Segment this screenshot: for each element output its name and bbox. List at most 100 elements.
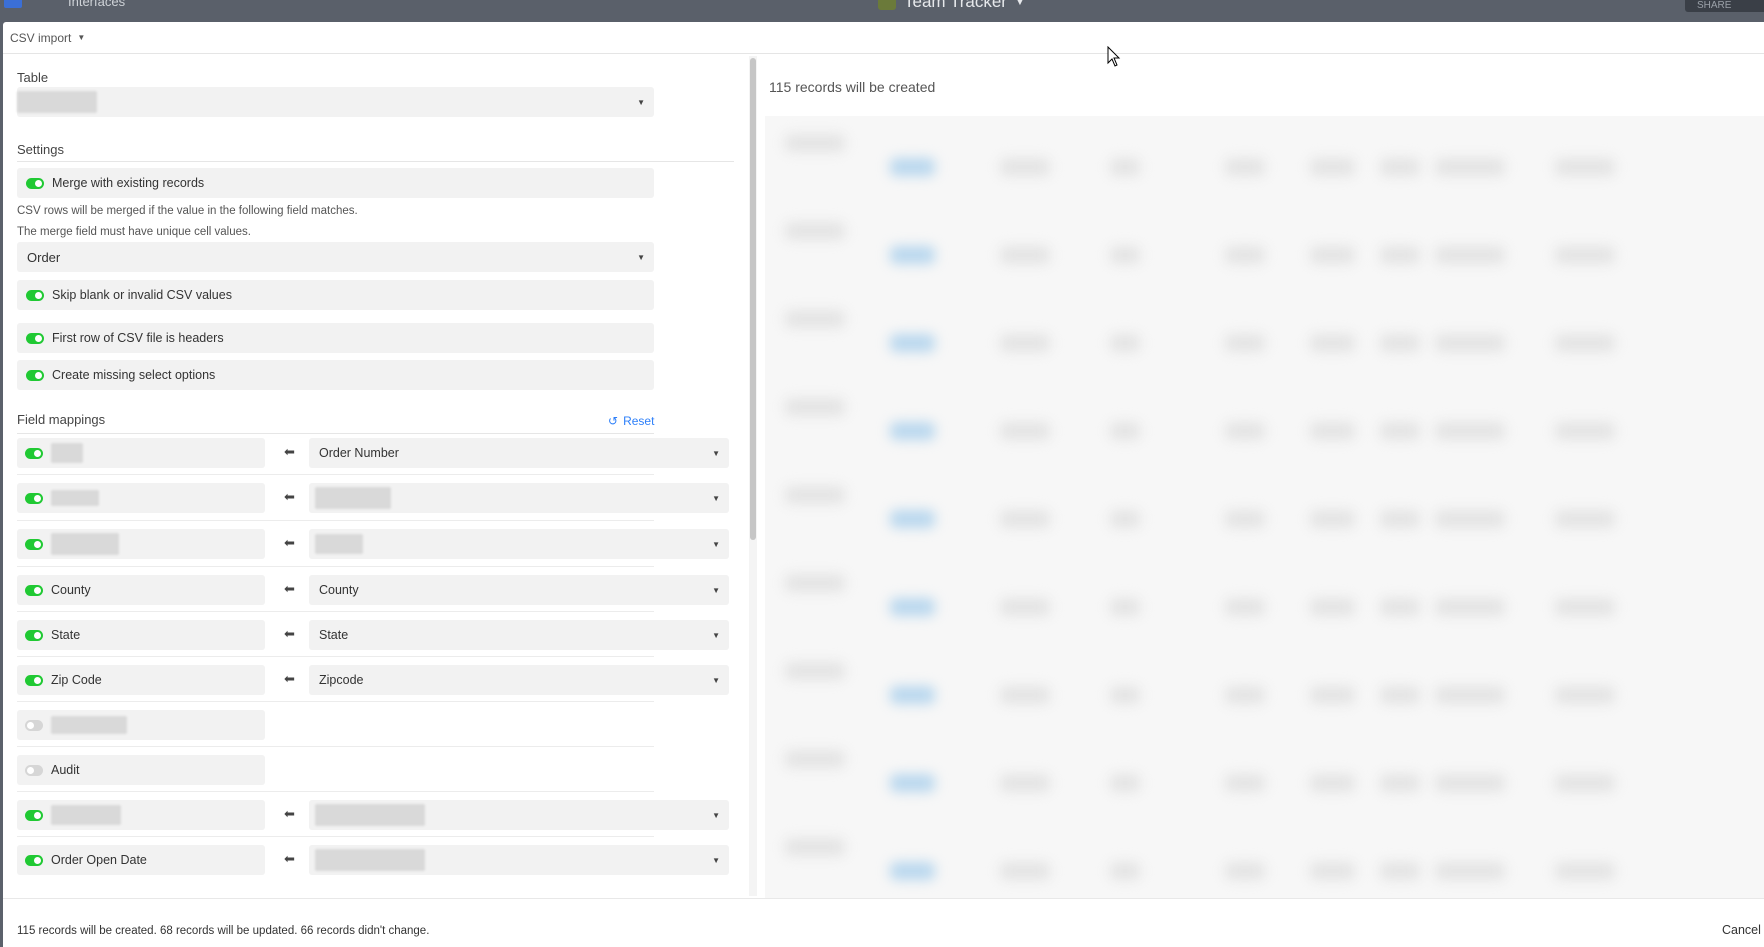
merge-help-line-2: The merge field must have unique cell va… (17, 226, 251, 238)
target-field-value (315, 849, 425, 871)
reset-button[interactable]: ↺ Reset (608, 414, 654, 428)
preview-cell (1380, 334, 1420, 352)
preview-cell (890, 510, 935, 528)
skip-blank-toggle[interactable] (26, 289, 44, 301)
preview-cell (1555, 334, 1615, 352)
base-title[interactable]: Team Tracker ▼ (878, 0, 1025, 12)
target-field-select[interactable]: ▼ (309, 845, 729, 875)
chevron-down-icon: ▼ (637, 98, 645, 107)
merge-records-label: Merge with existing records (52, 176, 205, 190)
create-options-toggle[interactable] (26, 369, 44, 381)
mapping-row: ⬅ ▼ (17, 800, 734, 830)
mapping-row: ⬅ Order Number ▼ (17, 438, 734, 468)
preview-cell (1000, 774, 1050, 792)
mapping-toggle[interactable] (25, 492, 43, 504)
preview-cell (1380, 510, 1420, 528)
skip-blank-toggle-row[interactable]: Skip blank or invalid CSV values (17, 280, 654, 310)
mapping-row: Zip Code ⬅ Zipcode ▼ (17, 665, 734, 695)
source-field (17, 529, 265, 559)
chevron-down-icon[interactable]: ▼ (77, 33, 85, 42)
preview-cell (1110, 686, 1140, 704)
target-field-select[interactable]: ▼ (309, 800, 729, 830)
preview-cell (1225, 862, 1265, 880)
mapping-toggle[interactable] (25, 629, 43, 641)
arrow-left-icon: ⬅ (284, 535, 295, 550)
preview-cell (1435, 862, 1505, 880)
mapping-toggle[interactable] (25, 447, 43, 459)
target-field-select[interactable]: ▼ (309, 483, 729, 513)
skip-blank-label: Skip blank or invalid CSV values (52, 288, 232, 302)
target-field-select[interactable]: Order Number ▼ (309, 438, 729, 468)
source-field: Order Open Date (17, 845, 265, 875)
preview-cell (1225, 686, 1265, 704)
first-row-headers-toggle[interactable] (26, 332, 44, 344)
chevron-down-icon: ▼ (712, 676, 720, 685)
source-field-name: State (51, 628, 81, 642)
mapping-toggle[interactable] (25, 809, 43, 821)
mapping-row: State ⬅ State ▼ (17, 620, 734, 650)
preview-cell (1310, 598, 1355, 616)
divider (17, 701, 654, 702)
source-field: Zip Code (17, 665, 265, 695)
arrow-left-icon: ⬅ (284, 851, 295, 866)
mapping-toggle[interactable] (25, 764, 43, 776)
modal-title[interactable]: CSV import (10, 31, 71, 45)
preview-cell (890, 686, 935, 704)
divider (17, 520, 654, 521)
preview-cell (1110, 246, 1140, 264)
preview-cell (785, 398, 845, 416)
preview-cell (785, 222, 845, 240)
chevron-down-icon: ▼ (712, 856, 720, 865)
divider (17, 656, 654, 657)
preview-cell (1110, 334, 1140, 352)
divider (17, 566, 654, 567)
create-options-toggle-row[interactable]: Create missing select options (17, 360, 654, 390)
source-field: State (17, 620, 265, 650)
preview-cell (1435, 686, 1505, 704)
target-field-select[interactable]: County ▼ (309, 575, 729, 605)
target-field-select[interactable]: Zipcode ▼ (309, 665, 729, 695)
divider (17, 611, 654, 612)
merge-records-toggle-row[interactable]: Merge with existing records (17, 168, 654, 198)
preview-cell (890, 862, 935, 880)
preview-cell (1225, 774, 1265, 792)
preview-cell (785, 662, 845, 680)
preview-cell (890, 334, 935, 352)
arrow-left-icon: ⬅ (284, 626, 295, 641)
preview-row (765, 828, 1764, 902)
interfaces-tab[interactable]: Interfaces (68, 0, 125, 9)
preview-cell (1380, 686, 1420, 704)
modal-header[interactable]: CSV import ▼ (3, 22, 1764, 54)
preview-row (765, 652, 1764, 740)
modal-footer: 115 records will be created. 68 records … (3, 898, 1764, 947)
divider (17, 474, 654, 475)
chevron-down-icon: ▼ (712, 811, 720, 820)
mapping-toggle[interactable] (25, 854, 43, 866)
divider (17, 746, 654, 747)
source-field-name (51, 533, 119, 555)
first-row-headers-toggle-row[interactable]: First row of CSV file is headers (17, 323, 654, 353)
mapping-toggle[interactable] (25, 584, 43, 596)
preview-cell (1225, 334, 1265, 352)
preview-cell (1380, 158, 1420, 176)
arrow-left-icon: ⬅ (284, 671, 295, 686)
merge-field-select[interactable]: Order ▼ (17, 242, 654, 272)
preview-cell (1380, 774, 1420, 792)
source-field (17, 710, 265, 740)
target-field-select[interactable]: State ▼ (309, 620, 729, 650)
divider (17, 791, 654, 792)
preview-row (765, 124, 1764, 212)
cancel-button[interactable]: Cancel (1722, 923, 1761, 937)
table-select[interactable]: ▼ (17, 87, 654, 117)
mapping-toggle[interactable] (25, 538, 43, 550)
mapping-toggle[interactable] (25, 719, 43, 731)
preview-row (765, 388, 1764, 476)
share-button[interactable]: SHARE (1685, 0, 1764, 12)
arrow-left-icon: ⬅ (284, 581, 295, 596)
target-field-select[interactable]: ▼ (309, 529, 729, 559)
source-field-name: Order Open Date (51, 853, 147, 867)
preview-row (765, 212, 1764, 300)
app-logo-icon[interactable] (4, 0, 22, 8)
merge-records-toggle[interactable] (26, 177, 44, 189)
mapping-toggle[interactable] (25, 674, 43, 686)
